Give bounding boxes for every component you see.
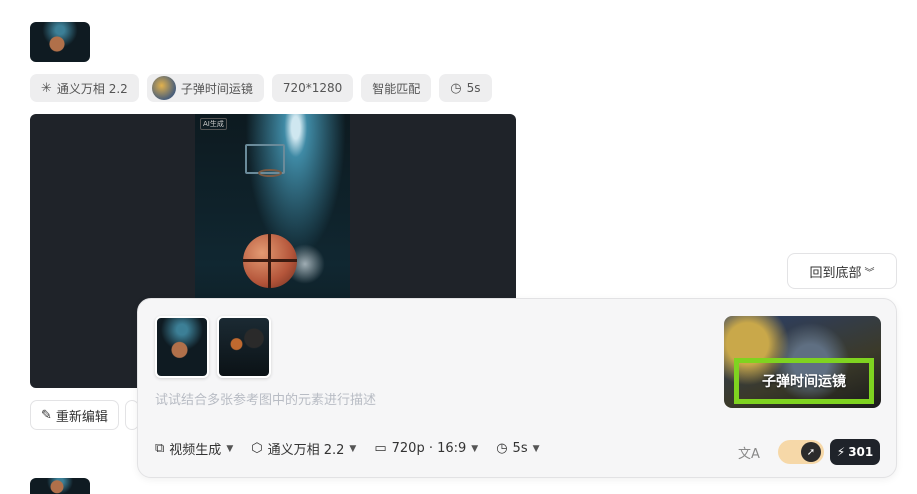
chevron-down-icon: ▼: [471, 443, 479, 454]
clock-icon: ◷: [496, 441, 508, 456]
generate-button[interactable]: ⚡ 301: [830, 439, 880, 465]
generation-params: ✳ 通义万相 2.2 子弹时间运镜 720*1280 智能匹配 ◷ 5s: [30, 74, 492, 102]
lightning-icon: ⚡: [836, 445, 846, 459]
chevron-down-icon: ▼: [349, 443, 357, 454]
re-edit-button[interactable]: ✎ 重新编辑: [30, 400, 119, 430]
chevron-down-icon: ▼: [226, 443, 234, 454]
model-select[interactable]: ⬡ 通义万相 2.2 ▼: [251, 439, 356, 458]
tag-match: 智能匹配: [361, 74, 432, 102]
hoop-rim: [258, 169, 282, 177]
reference-image-2[interactable]: [217, 316, 271, 378]
tag-preset: 子弹时间运镜: [146, 74, 264, 102]
composer-toolbar: ⧉ 视频生成 ▼ ⬡ 通义万相 2.2 ▼ ▭ 720p · 16:9 ▼ ◷ …: [155, 439, 540, 458]
prompt-input[interactable]: 试试结合多张参考图中的元素进行描述: [155, 389, 376, 408]
preset-highlight: 子弹时间运镜: [734, 358, 874, 404]
rocket-icon: ➚: [801, 442, 821, 462]
tag-model: ✳ 通义万相 2.2: [30, 74, 139, 102]
chevron-down-icon: ▼: [532, 443, 540, 454]
model-icon: ✳: [41, 80, 52, 96]
duration-select[interactable]: ◷ 5s ▼: [496, 441, 539, 456]
pencil-icon: ✎: [41, 407, 52, 423]
aspect-ratio-icon: ▭: [374, 441, 387, 456]
clock-icon: ◷: [450, 80, 462, 96]
basketball: [243, 234, 297, 288]
cube-icon: ⬡: [251, 441, 263, 456]
video-gen-icon: ⧉: [155, 441, 165, 456]
tag-resolution: 720*1280: [271, 74, 354, 102]
mode-select[interactable]: ⧉ 视频生成 ▼: [155, 439, 233, 458]
tag-duration: ◷ 5s: [439, 74, 492, 102]
speed-toggle[interactable]: ➚: [778, 440, 824, 464]
translate-icon[interactable]: 文A: [738, 443, 760, 462]
reference-image-1[interactable]: [155, 316, 209, 378]
double-chevron-down-icon: ︾: [864, 267, 875, 279]
avatar: [151, 76, 176, 100]
video-actions: ✎ 重新编辑: [30, 400, 139, 430]
resolution-select[interactable]: ▭ 720p · 16:9 ▼: [374, 441, 478, 456]
history-thumbnail[interactable]: [30, 22, 90, 62]
history-thumbnail-2[interactable]: [30, 478, 90, 494]
ai-generated-badge: AI生成: [200, 118, 227, 130]
preset-card[interactable]: 子弹时间运镜: [724, 316, 881, 408]
back-to-bottom-button[interactable]: 回到底部 ︾: [787, 253, 897, 289]
prompt-composer: 试试结合多张参考图中的元素进行描述 子弹时间运镜 ⧉ 视频生成 ▼ ⬡ 通义万相…: [137, 298, 897, 478]
preset-label: 子弹时间运镜: [762, 374, 846, 390]
